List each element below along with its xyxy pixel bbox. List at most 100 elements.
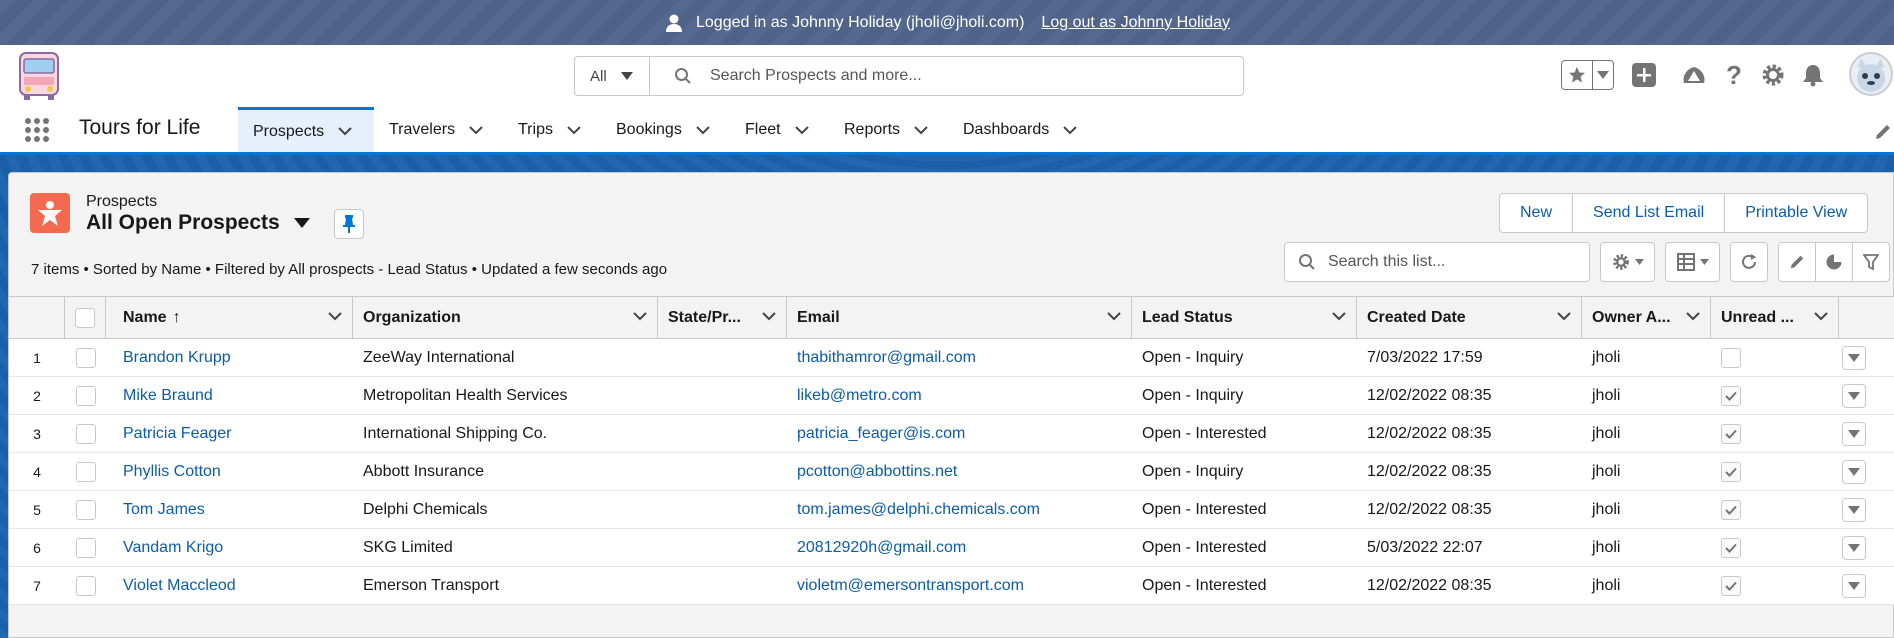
chevron-down-icon[interactable]: [328, 312, 342, 321]
email-link[interactable]: violetm@emersontransport.com: [787, 567, 1132, 604]
email-link[interactable]: likeb@metro.com: [787, 377, 1132, 414]
chevron-down-icon[interactable]: [469, 125, 483, 135]
tab-prospects[interactable]: Prospects: [238, 107, 374, 153]
row-select-checkbox[interactable]: [75, 499, 96, 520]
email-link[interactable]: 20812920h@gmail.com: [787, 529, 1132, 566]
select-all-checkbox[interactable]: [75, 308, 95, 328]
tab-travelers[interactable]: Travelers: [374, 107, 483, 153]
unread-checkbox: [1721, 385, 1741, 406]
chevron-down-icon[interactable]: [338, 127, 352, 136]
chevron-down-icon[interactable]: [914, 125, 928, 135]
column-header-lead-status[interactable]: Lead Status: [1132, 297, 1357, 339]
unread-cell: [1711, 453, 1839, 490]
prospect-name-link[interactable]: Tom James: [106, 491, 353, 528]
tab-trips[interactable]: Trips: [503, 107, 581, 153]
inline-edit-button[interactable]: [1778, 242, 1816, 282]
column-header-name[interactable]: Name ↑: [106, 297, 353, 339]
global-search-input[interactable]: [710, 67, 1210, 85]
row-select-checkbox[interactable]: [75, 537, 96, 558]
display-as-button[interactable]: [1665, 242, 1720, 282]
chevron-down-icon[interactable]: [1107, 312, 1121, 321]
logout-link[interactable]: Log out as Johnny Holiday: [1041, 14, 1230, 32]
chevron-down-icon[interactable]: [696, 125, 710, 135]
email-link[interactable]: tom.james@delphi.chemicals.com: [787, 491, 1132, 528]
global-actions-button[interactable]: [1630, 61, 1658, 89]
chevron-down-icon[interactable]: [762, 312, 776, 321]
row-actions-button[interactable]: [1842, 460, 1866, 484]
printable-view-button[interactable]: Printable View: [1725, 194, 1867, 232]
favorites-button[interactable]: [1562, 61, 1593, 89]
row-select-cell: [65, 567, 106, 604]
chevron-down-icon[interactable]: [1686, 312, 1700, 321]
pencil-icon[interactable]: [1874, 123, 1892, 141]
prospect-name-link[interactable]: Patricia Feager: [106, 415, 353, 452]
row-actions-button[interactable]: [1842, 346, 1866, 370]
tours-logo-icon[interactable]: [14, 51, 64, 101]
email-link[interactable]: pcotton@abbottins.net: [787, 453, 1132, 490]
list-settings-button[interactable]: [1600, 242, 1655, 282]
chevron-down-icon[interactable]: [1814, 312, 1828, 321]
row-select-checkbox[interactable]: [75, 575, 96, 596]
email-link[interactable]: patricia_feager@is.com: [787, 415, 1132, 452]
lead-status-cell: Open - Inquiry: [1142, 348, 1244, 366]
chevron-down-icon[interactable]: [1557, 312, 1571, 321]
prospect-name-link[interactable]: Vandam Krigo: [106, 529, 353, 566]
row-actions-button[interactable]: [1842, 574, 1866, 598]
column-header-unread[interactable]: Unread ...: [1711, 297, 1839, 339]
chevron-down-icon[interactable]: [1063, 125, 1077, 135]
search-icon: [1299, 254, 1315, 270]
row-select-checkbox[interactable]: [75, 461, 96, 482]
chevron-down-icon[interactable]: [633, 312, 647, 321]
help-button[interactable]: ?: [1720, 60, 1748, 90]
list-search-input[interactable]: [1328, 253, 1568, 271]
table-row: 5 Tom James Delphi Chemicals tom.james@delp…: [9, 491, 1894, 529]
row-select-checkbox[interactable]: [75, 347, 96, 368]
tab-bookings[interactable]: Bookings: [601, 107, 710, 153]
user-avatar[interactable]: [1849, 52, 1893, 96]
chevron-down-icon[interactable]: [567, 125, 581, 135]
favorites-list-button[interactable]: [1593, 61, 1613, 89]
filter-button[interactable]: [1852, 242, 1890, 282]
tab-dashboards[interactable]: Dashboards: [948, 107, 1077, 153]
refresh-button[interactable]: [1730, 242, 1768, 282]
row-select-checkbox[interactable]: [75, 423, 96, 444]
column-header-organization[interactable]: Organization: [353, 297, 658, 339]
gear-icon: [1612, 254, 1629, 270]
row-actions-button[interactable]: [1842, 536, 1866, 560]
prospect-name-link[interactable]: Brandon Krupp: [106, 339, 353, 376]
row-select-checkbox[interactable]: [75, 385, 96, 406]
setup-button[interactable]: [1759, 61, 1787, 89]
login-banner: Logged in as Johnny Holiday (jholi@jholi…: [0, 0, 1894, 45]
row-actions-button[interactable]: [1842, 498, 1866, 522]
prospect-name-link[interactable]: Mike Braund: [106, 377, 353, 414]
chevron-down-icon[interactable]: [794, 125, 809, 135]
tab-fleet[interactable]: Fleet: [730, 107, 809, 153]
pin-list-button[interactable]: [334, 209, 364, 239]
charts-button[interactable]: [1815, 242, 1853, 282]
column-header-created-date[interactable]: Created Date: [1357, 297, 1582, 339]
notifications-button[interactable]: [1799, 61, 1827, 89]
new-button[interactable]: New: [1500, 194, 1574, 232]
send-list-email-button[interactable]: Send List Email: [1573, 194, 1726, 232]
list-actions-group: New Send List Email Printable View: [1499, 193, 1869, 233]
column-header-email[interactable]: Email: [787, 297, 1132, 339]
list-view-picker[interactable]: All Open Prospects: [86, 211, 310, 235]
prospect-name-link[interactable]: Phyllis Cotton: [106, 453, 353, 490]
prospect-name-link[interactable]: Violet Maccleod: [106, 567, 353, 604]
organization-cell: International Shipping Co.: [363, 424, 548, 442]
trailhead-button[interactable]: [1680, 61, 1708, 89]
state-cell: [658, 377, 787, 414]
email-link[interactable]: thabithamror@gmail.com: [787, 339, 1132, 376]
chevron-down-icon[interactable]: [1332, 312, 1346, 321]
tab-label: Bookings: [616, 121, 682, 138]
row-select-cell: [65, 453, 106, 490]
search-scope-dropdown[interactable]: All: [575, 57, 650, 95]
app-launcher-icon[interactable]: [25, 118, 49, 142]
row-actions-button[interactable]: [1842, 422, 1866, 446]
row-actions-button[interactable]: [1842, 384, 1866, 408]
column-header-state[interactable]: State/Pr...: [658, 297, 787, 339]
column-header-owner[interactable]: Owner A...: [1582, 297, 1711, 339]
user-icon: [666, 14, 682, 32]
tab-reports[interactable]: Reports: [829, 107, 928, 153]
organization-cell: ZeeWay International: [363, 348, 515, 366]
